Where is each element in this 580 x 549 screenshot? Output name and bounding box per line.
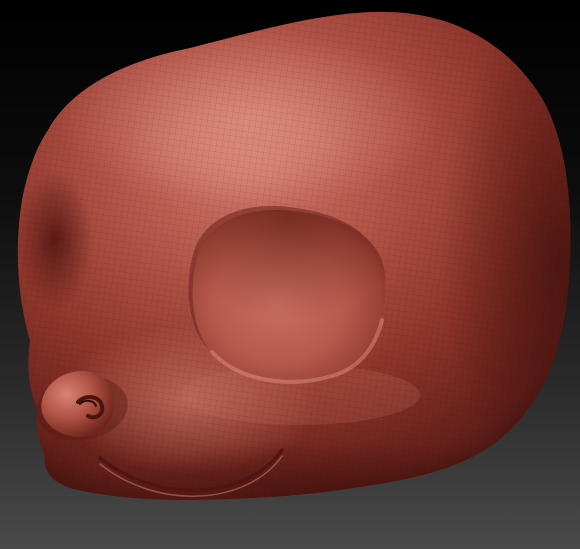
sculpt-render (17, 11, 571, 500)
viewport-canvas[interactable] (0, 0, 580, 549)
eye (188, 205, 386, 384)
